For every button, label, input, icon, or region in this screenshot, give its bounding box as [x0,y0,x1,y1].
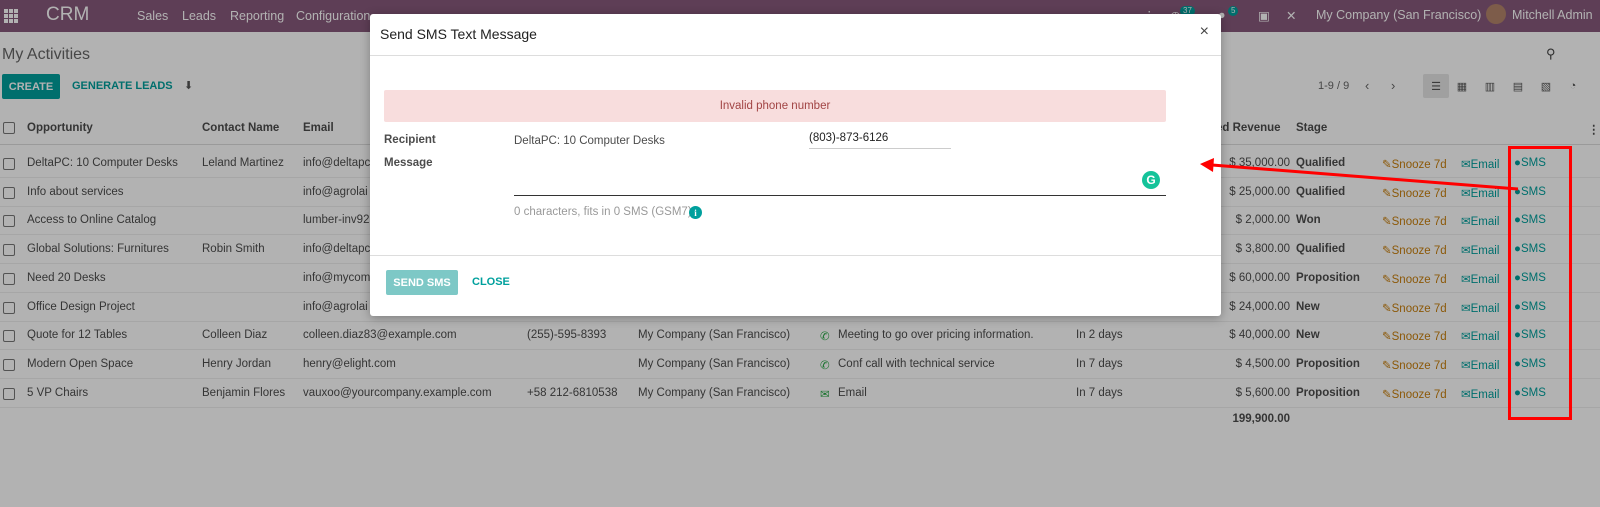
annotation-arrow [1200,158,1519,191]
